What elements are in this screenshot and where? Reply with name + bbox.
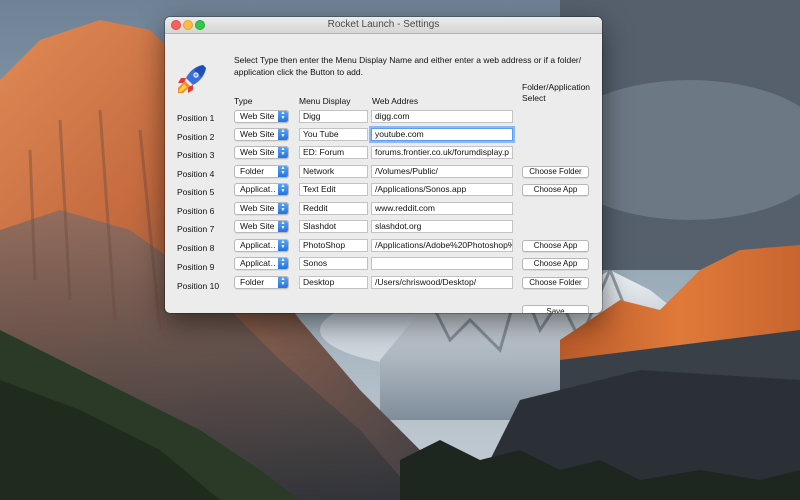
popup-arrows-icon: ▲ ▼ bbox=[278, 258, 288, 269]
type-select[interactable]: Web Site ▲ ▼ bbox=[234, 110, 289, 123]
web-address-field[interactable]: /Volumes/Public/ bbox=[371, 165, 513, 178]
web-address-field[interactable]: /Users/chriswood/Desktop/ bbox=[371, 276, 513, 289]
popup-arrows-icon: ▲ ▼ bbox=[278, 184, 288, 195]
choose-app-button[interactable]: Choose App bbox=[522, 240, 589, 252]
position-label: Position 6 bbox=[177, 206, 215, 216]
settings-window: Rocket Launch - Settings Select Type the… bbox=[165, 17, 602, 313]
popup-arrows-icon: ▲ ▼ bbox=[278, 129, 288, 140]
web-address-field[interactable]: www.reddit.com bbox=[371, 202, 513, 215]
save-button[interactable]: Save bbox=[522, 305, 589, 313]
position-label: Position 3 bbox=[177, 150, 215, 160]
menu-display-field[interactable]: Network bbox=[299, 165, 368, 178]
position-label: Position 4 bbox=[177, 169, 215, 179]
type-select[interactable]: Folder ▲ ▼ bbox=[234, 276, 289, 289]
popup-arrows-icon: ▲ ▼ bbox=[278, 221, 288, 232]
position-label: Position 7 bbox=[177, 224, 215, 234]
web-address-field[interactable]: youtube.com bbox=[371, 128, 513, 141]
header-folder-application-select: Folder/Application Select bbox=[522, 82, 591, 103]
choose-folder-button[interactable]: Choose Folder bbox=[522, 166, 589, 178]
header-type: Type bbox=[234, 96, 253, 106]
settings-content: Select Type then enter the Menu Display … bbox=[165, 34, 602, 313]
header-menu-display: Menu Display bbox=[299, 96, 351, 106]
rocket-icon bbox=[178, 65, 206, 93]
menu-display-field[interactable]: Text Edit bbox=[299, 183, 368, 196]
type-select[interactable]: Folder ▲ ▼ bbox=[234, 165, 289, 178]
window-title: Rocket Launch - Settings bbox=[327, 19, 440, 30]
menu-display-field[interactable]: Sonos bbox=[299, 257, 368, 270]
web-address-field[interactable]: /Applications/Adobe%20Photoshop% bbox=[371, 239, 513, 252]
menu-display-field[interactable]: Desktop bbox=[299, 276, 368, 289]
type-select[interactable]: Web Site ▲ ▼ bbox=[234, 128, 289, 141]
type-select[interactable]: Web Site ▲ ▼ bbox=[234, 146, 289, 159]
type-select[interactable]: Applicat… ▲ ▼ bbox=[234, 239, 289, 252]
menu-display-field[interactable]: ED: Forum bbox=[299, 146, 368, 159]
instructions-text: Select Type then enter the Menu Display … bbox=[234, 55, 582, 77]
web-address-field[interactable]: forums.frontier.co.uk/forumdisplay.p bbox=[371, 146, 513, 159]
type-select[interactable]: Web Site ▲ ▼ bbox=[234, 220, 289, 233]
type-select[interactable]: Web Site ▲ ▼ bbox=[234, 202, 289, 215]
position-label: Position 5 bbox=[177, 187, 215, 197]
minimize-button[interactable] bbox=[183, 20, 193, 30]
zoom-button[interactable] bbox=[195, 20, 205, 30]
popup-arrows-icon: ▲ ▼ bbox=[278, 166, 288, 177]
web-address-field[interactable]: digg.com bbox=[371, 110, 513, 123]
popup-arrows-icon: ▲ ▼ bbox=[278, 240, 288, 251]
header-web-address: Web Addres bbox=[372, 96, 419, 106]
menu-display-field[interactable]: Reddit bbox=[299, 202, 368, 215]
choose-folder-button[interactable]: Choose Folder bbox=[522, 277, 589, 289]
choose-app-button[interactable]: Choose App bbox=[522, 258, 589, 270]
position-label: Position 10 bbox=[177, 281, 220, 291]
position-label: Position 2 bbox=[177, 132, 215, 142]
menu-display-field[interactable]: Slashdot bbox=[299, 220, 368, 233]
title-bar[interactable]: Rocket Launch - Settings bbox=[165, 17, 602, 34]
position-label: Position 9 bbox=[177, 262, 215, 272]
web-address-field[interactable]: slashdot.org bbox=[371, 220, 513, 233]
position-label: Position 1 bbox=[177, 113, 215, 123]
popup-arrows-icon: ▲ ▼ bbox=[278, 277, 288, 288]
menu-display-field[interactable]: Digg bbox=[299, 110, 368, 123]
menu-display-field[interactable]: PhotoShop bbox=[299, 239, 368, 252]
position-label: Position 8 bbox=[177, 243, 215, 253]
popup-arrows-icon: ▲ ▼ bbox=[278, 203, 288, 214]
popup-arrows-icon: ▲ ▼ bbox=[278, 111, 288, 122]
menu-display-field[interactable]: You Tube bbox=[299, 128, 368, 141]
type-select[interactable]: Applicat… ▲ ▼ bbox=[234, 257, 289, 270]
type-select[interactable]: Applicat… ▲ ▼ bbox=[234, 183, 289, 196]
web-address-field[interactable] bbox=[371, 257, 513, 270]
close-button[interactable] bbox=[171, 20, 181, 30]
choose-app-button[interactable]: Choose App bbox=[522, 184, 589, 196]
web-address-field[interactable]: /Applications/Sonos.app bbox=[371, 183, 513, 196]
popup-arrows-icon: ▲ ▼ bbox=[278, 147, 288, 158]
